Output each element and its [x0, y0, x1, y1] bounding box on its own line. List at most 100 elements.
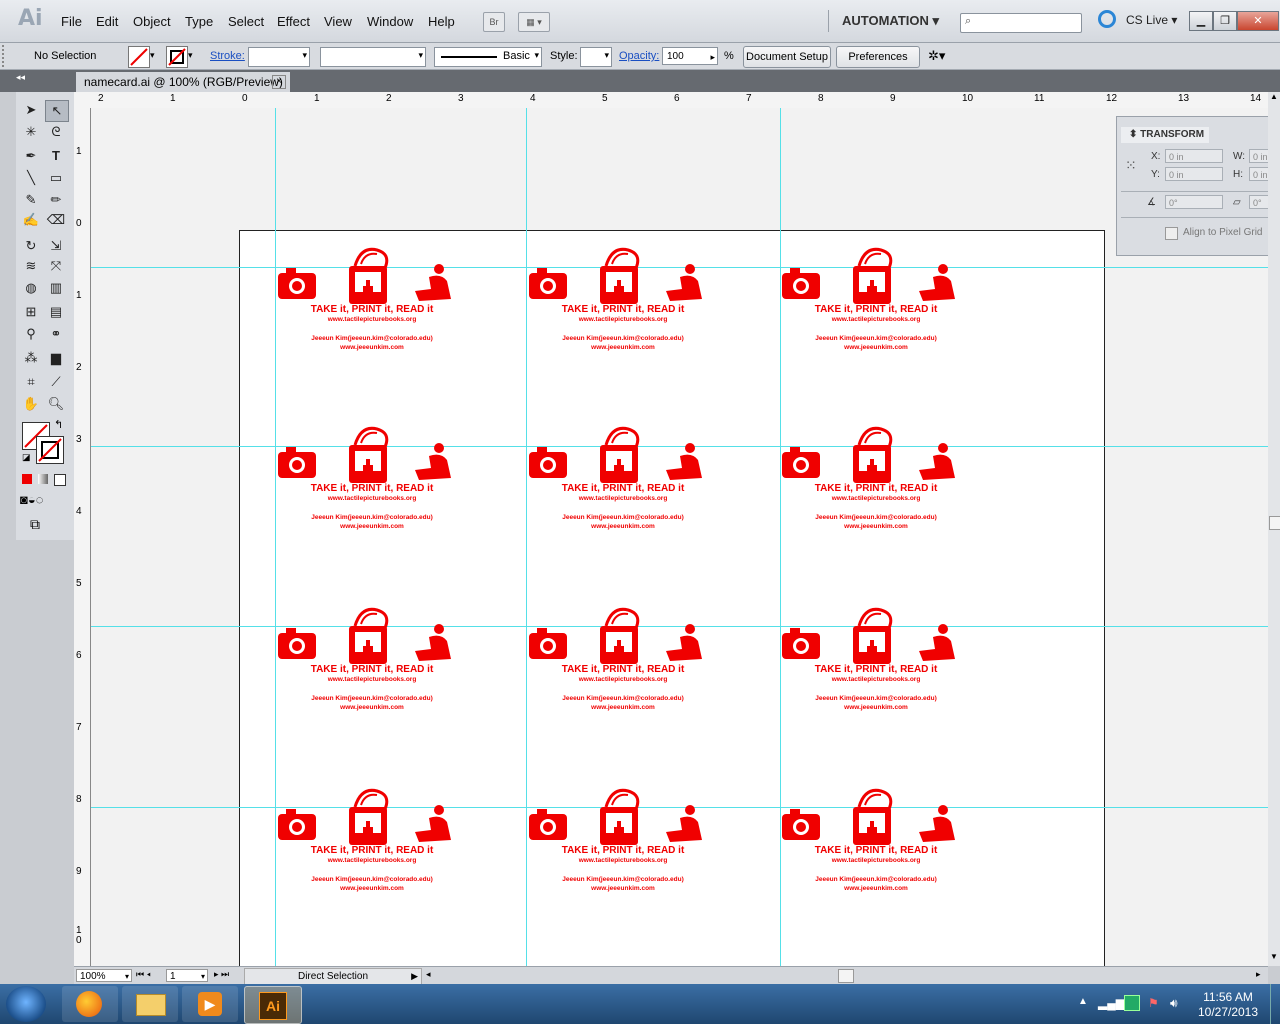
menu-edit[interactable]: Edit [96, 14, 118, 29]
color-mode-icon[interactable] [22, 474, 32, 484]
taskbar-firefox[interactable] [62, 986, 118, 1022]
status-tool-display[interactable]: Direct Selection ▶ [244, 968, 422, 985]
eyedropper-tool-icon[interactable]: ⚲ [20, 324, 42, 344]
volume-icon[interactable]: 🔊︎ [1170, 996, 1178, 1011]
guide-vertical[interactable] [275, 108, 276, 966]
artboard-tool-icon[interactable]: ⌗ [20, 372, 42, 392]
namecard[interactable]: TAKE it, PRINT it, READ it www.tactilepic… [277, 426, 477, 557]
horizontal-scroll-thumb[interactable] [838, 969, 854, 983]
pencil-tool-icon[interactable]: ✏ [45, 190, 67, 210]
namecard[interactable]: TAKE it, PRINT it, READ it www.tactilepic… [277, 247, 477, 378]
namecard[interactable]: TAKE it, PRINT it, READ it www.tactilepic… [277, 788, 477, 919]
vertical-scrollbar[interactable]: ▲ ▼ [1268, 92, 1280, 966]
namecard[interactable]: TAKE it, PRINT it, READ it www.tactilepic… [528, 607, 728, 738]
signal-icon[interactable]: ▂▄▆ [1098, 996, 1125, 1010]
scroll-up-icon[interactable]: ▲ [1268, 92, 1280, 104]
rectangle-tool-icon[interactable]: ▭ [45, 168, 67, 188]
preferences-button[interactable]: Preferences [836, 46, 920, 68]
artboard-last-icon[interactable]: ▸ ⏭ [214, 969, 229, 980]
transform-panel-tab[interactable]: ⬍ TRANSFORM [1121, 127, 1209, 143]
scale-tool-icon[interactable]: ⇲ [45, 236, 67, 256]
free-transform-tool-icon[interactable]: ⤧ [45, 256, 67, 276]
graphic-style-picker[interactable]: ▾ [580, 47, 612, 67]
action-center-icon[interactable]: ⚑ [1148, 996, 1159, 1010]
variable-width-profile[interactable]: ▾ [320, 47, 426, 67]
blend-tool-icon[interactable]: ⚭ [45, 324, 67, 344]
reference-point-icon[interactable]: ⁙ [1125, 157, 1145, 177]
default-colors-icon[interactable]: ◪ [22, 452, 31, 463]
pen-tool-icon[interactable]: ✒ [20, 146, 42, 166]
scroll-right-icon[interactable]: ▸ [1256, 969, 1261, 980]
artboard-first-icon[interactable]: ⏮ ◂ [136, 969, 151, 980]
document-tab[interactable]: namecard.ai @ 100% (RGB/Preview) × [76, 72, 290, 92]
minimize-button[interactable]: ▁ [1189, 11, 1213, 31]
namecard[interactable]: TAKE it, PRINT it, READ it www.tactilepic… [781, 426, 981, 557]
horizontal-ruler[interactable]: 2 1 0 1 2 3 4 5 6 7 8 9 10 11 12 13 14 [74, 92, 1268, 109]
paintbrush-tool-icon[interactable]: ✎ [20, 190, 42, 210]
show-desktop-button[interactable] [1270, 984, 1280, 1024]
show-hidden-icons-icon[interactable]: ▲ [1078, 996, 1088, 1007]
stroke-weight-field[interactable]: ▾ [248, 47, 310, 67]
namecard[interactable]: TAKE it, PRINT it, READ it www.tactilepic… [277, 607, 477, 738]
x-field[interactable]: 0 in [1165, 149, 1223, 163]
namecard[interactable]: TAKE it, PRINT it, READ it www.tactilepic… [781, 788, 981, 919]
gradient-tool-icon[interactable]: ▤ [45, 302, 67, 322]
namecard[interactable]: TAKE it, PRINT it, READ it www.tactilepic… [528, 247, 728, 378]
zoom-field[interactable]: 100% ▾ [76, 969, 132, 982]
drawing-modes-icon[interactable]: ◙◒◌ [20, 492, 43, 507]
taskbar-media-player[interactable]: ▶ [182, 986, 238, 1022]
menu-effect[interactable]: Effect [277, 14, 310, 29]
gradient-mode-icon[interactable] [38, 474, 48, 484]
y-field[interactable]: 0 in [1165, 167, 1223, 181]
stroke-label[interactable]: Stroke: [210, 50, 245, 62]
perspective-grid-tool-icon[interactable]: ▥ [45, 278, 67, 298]
scroll-thumb[interactable] [1269, 516, 1280, 530]
grip-handle[interactable] [2, 45, 7, 67]
hand-tool-icon[interactable]: ✋ [20, 394, 42, 414]
column-graph-tool-icon[interactable]: ▆ [45, 348, 67, 368]
clock[interactable]: 11:56 AM 10/27/2013 [1190, 990, 1266, 1020]
magic-wand-tool-icon[interactable]: ✳ [20, 122, 42, 142]
fill-dropdown-icon[interactable]: ▾ [150, 50, 155, 61]
align-pixel-grid-checkbox[interactable] [1165, 227, 1178, 240]
stroke-swatch[interactable] [166, 46, 188, 68]
search-help-input[interactable]: ⌕ [960, 13, 1082, 33]
warp-tool-icon[interactable]: ≋ [20, 256, 42, 276]
arrange-documents-button[interactable]: ▦ ▾ [518, 12, 550, 32]
slice-tool-icon[interactable]: ⟋ [45, 372, 67, 392]
opacity-label[interactable]: Opacity: [619, 50, 659, 62]
select-similar-icon[interactable]: ✲▾ [928, 48, 945, 64]
screen-mode-icon[interactable]: ⧉ [30, 516, 40, 533]
menu-view[interactable]: View [324, 14, 352, 29]
fill-swatch[interactable] [128, 46, 150, 68]
guide-vertical[interactable] [526, 108, 527, 966]
blob-brush-tool-icon[interactable]: ✍ [20, 210, 42, 230]
none-mode-icon[interactable] [54, 474, 66, 486]
rotate-tool-icon[interactable]: ↻ [20, 236, 42, 256]
close-tab-icon[interactable]: × [272, 75, 286, 89]
cs-live-menu[interactable]: CS Live ▾ [1126, 13, 1177, 27]
menu-type[interactable]: Type [185, 14, 213, 29]
document-setup-button[interactable]: Document Setup [743, 46, 831, 68]
menu-select[interactable]: Select [228, 14, 264, 29]
direct-selection-tool-icon[interactable]: ↖ [45, 100, 69, 122]
namecard[interactable]: TAKE it, PRINT it, READ it www.tactilepic… [528, 788, 728, 919]
shape-builder-tool-icon[interactable]: ◍ [20, 278, 42, 298]
swap-fill-stroke-icon[interactable]: ↰ [54, 418, 63, 431]
network-app-icon[interactable] [1124, 995, 1140, 1011]
rotate-field[interactable]: 0° [1165, 195, 1223, 209]
selection-tool-icon[interactable]: ➤ [20, 100, 42, 120]
stroke-dropdown-icon[interactable]: ▾ [188, 50, 193, 61]
eraser-tool-icon[interactable]: ⌫ [45, 210, 67, 230]
scroll-down-icon[interactable]: ▼ [1268, 952, 1280, 964]
cs-live-icon[interactable] [1098, 10, 1116, 28]
symbol-sprayer-tool-icon[interactable]: ⁂ [20, 348, 42, 368]
mesh-tool-icon[interactable]: ⊞ [20, 302, 42, 322]
taskbar-illustrator[interactable]: Ai [244, 986, 302, 1024]
collapse-panel-icon[interactable]: ◂◂ [16, 72, 25, 83]
bridge-button[interactable]: Br [483, 12, 505, 32]
stroke-color-icon[interactable] [36, 436, 64, 464]
opacity-field[interactable]: 100 ▸ [662, 47, 718, 65]
brush-definition[interactable]: Basic ▾ [434, 47, 542, 67]
start-button-icon[interactable] [6, 986, 46, 1022]
